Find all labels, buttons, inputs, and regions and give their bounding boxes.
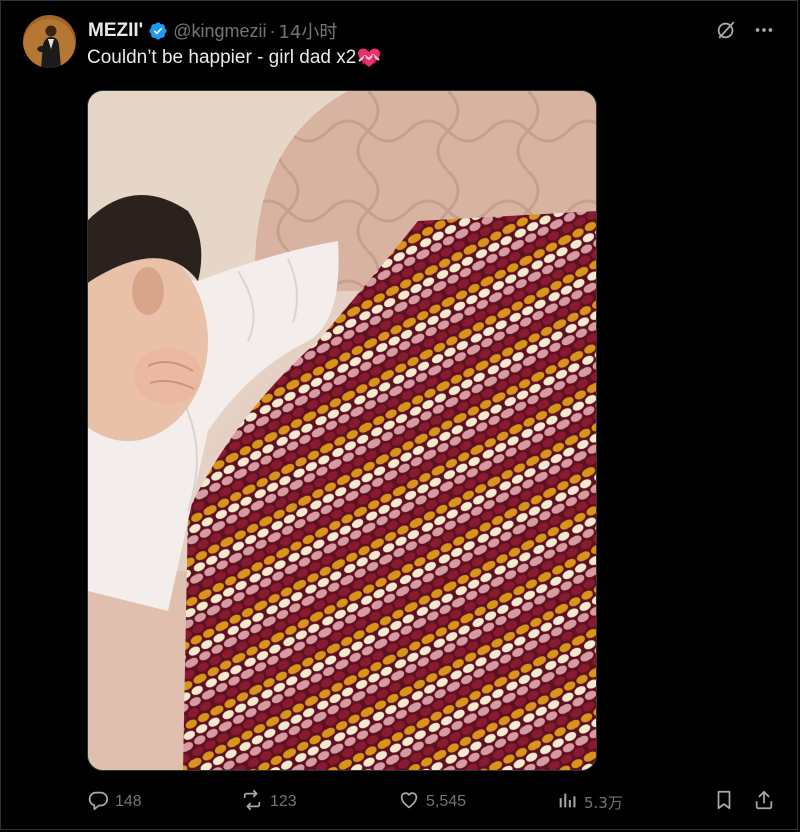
bookmark-button[interactable] <box>713 787 735 817</box>
views-icon <box>556 789 578 816</box>
like-button[interactable]: 5,545 <box>398 787 466 817</box>
share-icon <box>753 789 775 816</box>
tweet-action-bar: 148 123 5,545 5.3万 <box>87 787 777 817</box>
views-button[interactable]: 5.3万 <box>556 787 623 817</box>
verified-badge-icon <box>148 21 168 41</box>
views-count: 5.3万 <box>584 793 623 812</box>
tweet-header: MEZII' @kingmezii · 14小时 <box>88 18 337 44</box>
repost-icon <box>240 789 264 816</box>
separator-dot: · <box>269 20 276 41</box>
reply-button[interactable]: 148 <box>87 787 142 817</box>
reply-count: 148 <box>115 793 142 810</box>
grok-icon[interactable] <box>714 18 738 42</box>
like-count: 5,545 <box>426 793 467 810</box>
repost-count: 123 <box>270 793 297 810</box>
more-icon[interactable] <box>752 18 776 42</box>
repost-button[interactable]: 123 <box>240 787 297 817</box>
tweet-text-content: Couldn’t be happier - girl dad x2 <box>87 47 357 68</box>
share-button[interactable] <box>753 787 775 817</box>
author-avatar[interactable] <box>23 15 76 68</box>
like-icon <box>398 789 420 816</box>
bookmark-icon <box>713 789 735 816</box>
author-handle[interactable]: @kingmezii <box>173 21 266 42</box>
heart-with-ribbon-emoji <box>357 47 381 69</box>
tweet-top-actions <box>714 18 776 42</box>
tweet: MEZII' @kingmezii · 14小时 Couldn’t be hap… <box>0 0 800 832</box>
author-display-name[interactable]: MEZII' <box>88 20 143 42</box>
tweet-text: Couldn’t be happier - girl dad x2 <box>87 47 381 69</box>
reply-icon <box>87 789 109 816</box>
tweet-timestamp[interactable]: 14小时 <box>278 18 337 44</box>
tweet-photo[interactable] <box>87 90 597 771</box>
